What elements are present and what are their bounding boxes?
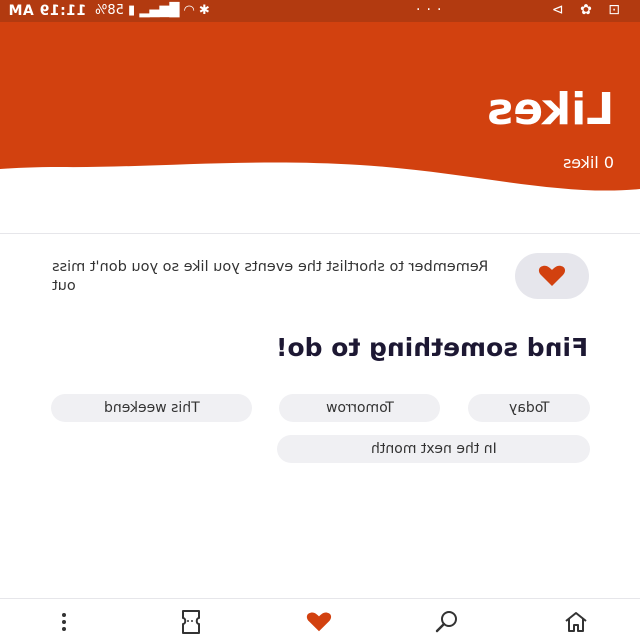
chip-today[interactable]: Today <box>468 394 590 422</box>
more-icon <box>62 613 66 631</box>
reminder-text-content: Remember to shortlist the events you lik… <box>52 259 489 294</box>
search-icon <box>435 611 457 633</box>
bottom-nav <box>0 598 640 641</box>
likes-count: 0 likes <box>563 153 614 172</box>
page-title: Likes <box>487 84 614 135</box>
notification-icons: ··· ⊲ ✿ ⊡ <box>416 2 626 18</box>
nav-home[interactable] <box>563 609 589 635</box>
page-header: Likes 0 likes <box>0 22 640 200</box>
heart-icon <box>538 265 566 286</box>
heart-icon <box>306 612 332 632</box>
chip-this-weekend[interactable]: This weekend <box>51 394 252 422</box>
chip-next-month[interactable]: In the next month <box>277 435 590 463</box>
reminder-text: Remember to shortlist the events you lik… <box>52 258 492 296</box>
ticket-icon <box>182 610 200 634</box>
nav-likes[interactable] <box>306 609 332 635</box>
status-right-icons: ··· ⊲ ✿ ⊡ <box>416 2 626 18</box>
chip-next-month-label: In the next month <box>370 441 497 457</box>
status-time: 11:19 AM <box>8 3 86 19</box>
likes-count-text: 0 likes <box>562 153 614 172</box>
status-time-text: 11:19 AM <box>8 3 87 19</box>
page-title-text: Likes <box>486 84 614 135</box>
status-battery: 58% ▮ ▂▄▆█ ◠ ✱ <box>95 3 210 18</box>
chip-today-label: Today <box>508 400 550 416</box>
nav-search[interactable] <box>434 609 460 635</box>
reminder-heart-badge <box>515 253 589 299</box>
chip-tomorrow[interactable]: Tomorrow <box>279 394 440 422</box>
signal-icon: ▮ ▂▄▆█ ◠ ✱ <box>128 3 210 18</box>
header-divider <box>0 233 640 234</box>
find-section-title-text: Find something to do! <box>275 333 588 362</box>
chip-tomorrow-label: Tomorrow <box>325 400 394 416</box>
find-section-title: Find something to do! <box>276 333 588 362</box>
chip-this-weekend-label: This weekend <box>103 400 200 416</box>
nav-more[interactable] <box>51 609 77 635</box>
status-bar: 11:19 AM 58% ▮ ▂▄▆█ ◠ ✱ ··· ⊲ ✿ ⊡ <box>0 0 640 22</box>
home-icon <box>565 612 587 632</box>
battery-percent: 58% <box>95 3 124 18</box>
nav-tickets[interactable] <box>178 609 204 635</box>
